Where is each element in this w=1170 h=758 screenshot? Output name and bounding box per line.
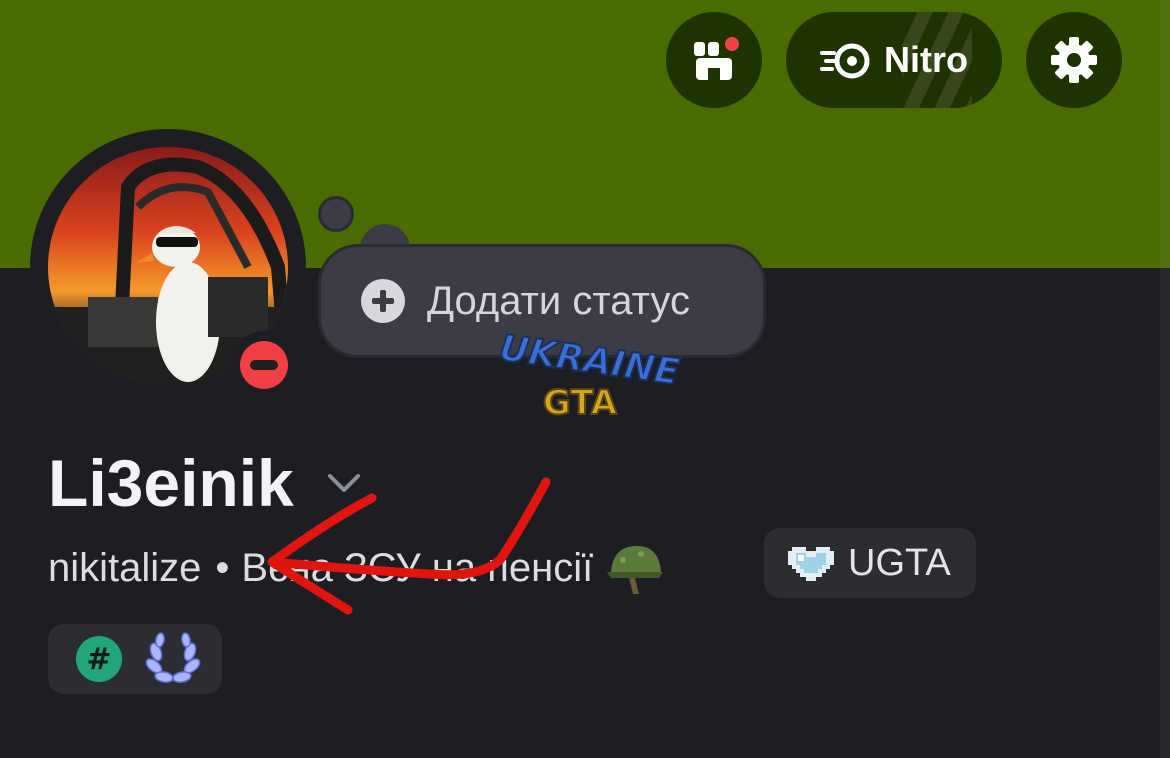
plus-circle-icon xyxy=(361,279,405,323)
add-status-label: Додати статус xyxy=(427,278,690,323)
ukraine-gta-watermark: UKRAINE GTA xyxy=(496,330,683,424)
pixel-heart-icon xyxy=(788,547,834,581)
nitro-label: Nitro xyxy=(884,39,968,80)
shop-button[interactable] xyxy=(666,12,762,108)
dnd-status-icon[interactable] xyxy=(240,341,288,389)
notification-dot xyxy=(722,34,742,54)
display-name: Li3einik xyxy=(48,446,294,520)
server-tag-label: UGTA xyxy=(848,541,951,584)
nitro-icon xyxy=(820,43,870,79)
watermark-line2: GTA xyxy=(543,383,618,423)
scrollbar[interactable] xyxy=(1160,0,1170,758)
server-tag[interactable]: UGTA xyxy=(764,528,976,598)
chevron-down-icon[interactable] xyxy=(322,468,366,498)
laurel-badge-icon[interactable] xyxy=(144,630,202,688)
settings-button[interactable] xyxy=(1026,12,1122,108)
username: nikitalize xyxy=(48,545,202,590)
hashtag-badge-icon[interactable]: # xyxy=(76,636,122,682)
military-helmet-icon xyxy=(607,546,664,594)
thought-bubble-dot xyxy=(318,196,354,232)
bio-text: Вєна ЗСУ на пенсії xyxy=(241,545,594,590)
nitro-button[interactable]: Nitro xyxy=(786,12,1002,108)
username-line: nikitalize • Вєна ЗСУ на пенсії xyxy=(48,538,665,598)
separator-dot: • xyxy=(215,545,230,590)
badges-row: # xyxy=(48,624,222,694)
gear-icon xyxy=(1051,37,1097,83)
